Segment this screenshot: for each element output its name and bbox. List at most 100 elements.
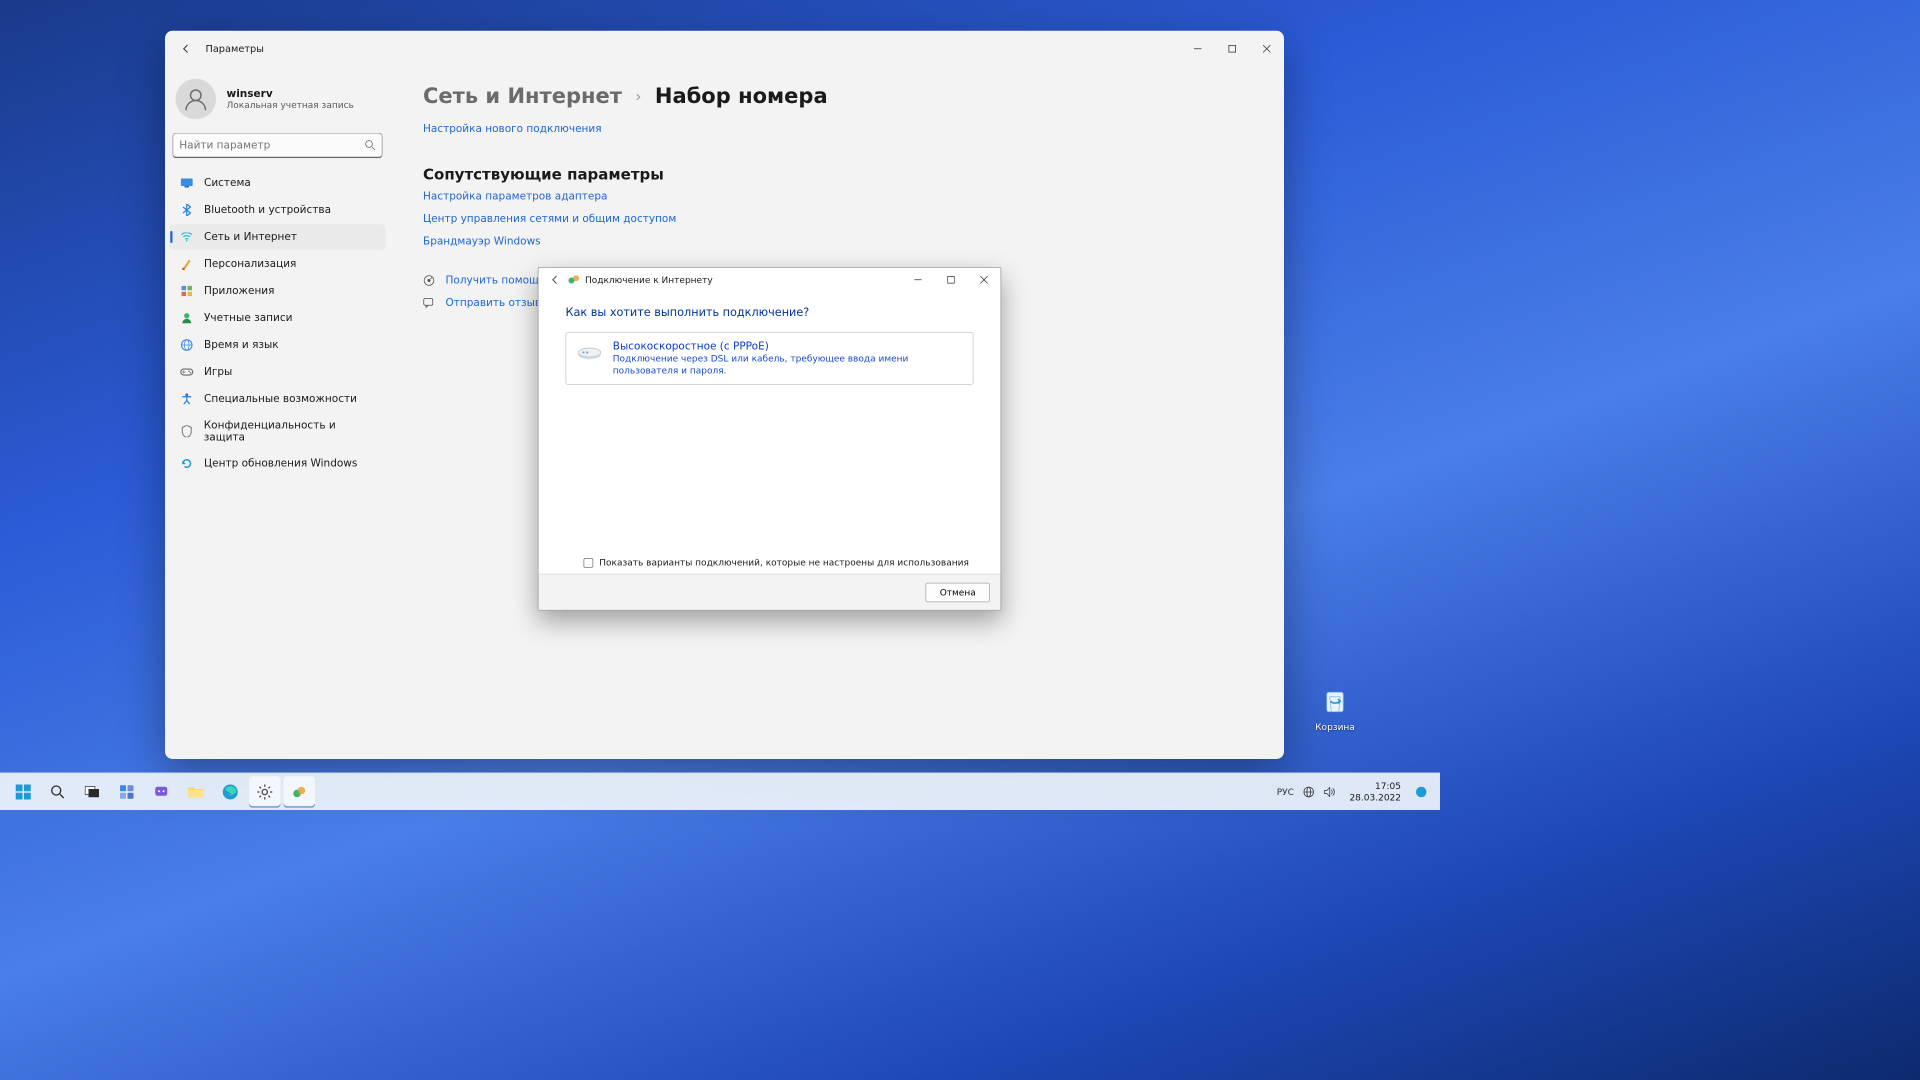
gaming-icon bbox=[180, 365, 194, 379]
adapter-settings-link[interactable]: Настройка параметров адаптера bbox=[423, 191, 1254, 203]
feedback-icon bbox=[423, 298, 435, 309]
search-box[interactable] bbox=[173, 133, 383, 159]
clock[interactable]: 17:05 28.03.2022 bbox=[1345, 781, 1406, 803]
system-tray[interactable]: РУС bbox=[1272, 786, 1340, 798]
network-sharing-center-link[interactable]: Центр управления сетями и общим доступом bbox=[423, 213, 1254, 225]
sidebar-item-apps[interactable]: Приложения bbox=[170, 278, 386, 304]
breadcrumb-current: Набор номера bbox=[655, 83, 828, 108]
sidebar-item-accessibility[interactable]: Специальные возможности bbox=[170, 386, 386, 412]
sidebar-item-network[interactable]: Сеть и Интернет bbox=[170, 224, 386, 250]
settings-taskbar-button[interactable] bbox=[249, 776, 281, 808]
wizard-app-icon bbox=[567, 273, 581, 287]
sidebar-nav: Система Bluetooth и устройства Сеть и Ин… bbox=[170, 170, 386, 476]
windows-update-icon bbox=[180, 457, 194, 471]
time-language-icon bbox=[180, 338, 194, 352]
search-icon bbox=[365, 140, 376, 151]
avatar-icon bbox=[176, 79, 217, 120]
sidebar-item-privacy[interactable]: Конфиденциальность и защита bbox=[170, 413, 386, 449]
window-title: Параметры bbox=[206, 43, 264, 54]
widgets-button[interactable] bbox=[111, 776, 143, 808]
clock-time: 17:05 bbox=[1349, 781, 1401, 792]
language-indicator[interactable]: РУС bbox=[1277, 786, 1294, 797]
sidebar-item-bluetooth[interactable]: Bluetooth и устройства bbox=[170, 197, 386, 223]
sidebar-item-label: Центр обновления Windows bbox=[204, 458, 357, 470]
related-settings-header: Сопутствующие параметры bbox=[423, 165, 1254, 183]
edge-button[interactable] bbox=[215, 776, 247, 808]
broadband-pppoe-option[interactable]: Высокоскоростное (с PPPoE) Подключение ч… bbox=[566, 332, 974, 385]
get-help-label: Получить помощь bbox=[446, 275, 546, 287]
sidebar-item-personalization[interactable]: Персонализация bbox=[170, 251, 386, 277]
wizard-heading: Как вы хотите выполнить подключение? bbox=[566, 305, 974, 319]
task-view-button[interactable] bbox=[77, 776, 109, 808]
accessibility-icon bbox=[180, 392, 194, 406]
account-name: winserv bbox=[227, 88, 354, 100]
sidebar-item-time-language[interactable]: Время и язык bbox=[170, 332, 386, 358]
option-description: Подключение через DSL или кабель, требую… bbox=[613, 353, 963, 377]
sidebar-item-accounts[interactable]: Учетные записи bbox=[170, 305, 386, 331]
show-unconfigured-label: Показать варианты подключений, которые н… bbox=[599, 557, 969, 568]
volume-tray-icon[interactable] bbox=[1324, 786, 1336, 797]
taskbar: РУС 17:05 28.03.2022 bbox=[0, 773, 1440, 811]
clock-date: 28.03.2022 bbox=[1349, 792, 1401, 803]
network-icon bbox=[180, 230, 194, 244]
sidebar-item-label: Время и язык bbox=[204, 339, 279, 351]
recycle-bin-label: Корзина bbox=[1315, 722, 1355, 733]
sidebar-item-label: Конфиденциальность и защита bbox=[204, 419, 377, 443]
cancel-button[interactable]: Отмена bbox=[925, 582, 990, 602]
sidebar-item-label: Игры bbox=[204, 366, 232, 378]
file-explorer-button[interactable] bbox=[180, 776, 212, 808]
sidebar: winserv Локальная учетная запись Система… bbox=[165, 67, 390, 759]
notifications-button[interactable] bbox=[1410, 776, 1433, 808]
help-icon bbox=[423, 275, 435, 287]
wizard-minimize-button[interactable] bbox=[902, 269, 935, 290]
start-button[interactable] bbox=[8, 776, 40, 808]
windows-firewall-link[interactable]: Брандмауэр Windows bbox=[423, 236, 1254, 248]
wizard-body: Как вы хотите выполнить подключение? Выс… bbox=[539, 292, 1001, 558]
apps-icon bbox=[180, 284, 194, 298]
personalization-icon bbox=[180, 257, 194, 271]
wizard-footer: Отмена bbox=[539, 574, 1001, 610]
show-unconfigured-input[interactable] bbox=[584, 558, 594, 568]
maximize-button[interactable] bbox=[1215, 35, 1250, 64]
wizard-close-button[interactable] bbox=[968, 269, 1001, 290]
sidebar-item-label: Персонализация bbox=[204, 258, 296, 270]
sidebar-item-label: Сеть и Интернет bbox=[204, 231, 297, 243]
desktop-recycle-bin[interactable]: Корзина bbox=[1305, 683, 1365, 733]
breadcrumb: Сеть и Интернет › Набор номера bbox=[423, 83, 1254, 108]
recycle-bin-icon bbox=[1317, 683, 1353, 719]
bluetooth-icon bbox=[180, 203, 194, 217]
show-unconfigured-checkbox[interactable]: Показать варианты подключений, которые н… bbox=[539, 557, 1001, 574]
modem-icon bbox=[577, 343, 603, 363]
system-icon bbox=[180, 176, 194, 190]
privacy-icon bbox=[180, 425, 193, 439]
search-input[interactable] bbox=[179, 139, 364, 151]
new-connection-link[interactable]: Настройка нового подключения bbox=[423, 123, 1254, 135]
sidebar-item-label: Специальные возможности bbox=[204, 393, 357, 405]
option-title: Высокоскоростное (с PPPoE) bbox=[613, 341, 963, 353]
sidebar-item-label: Система bbox=[204, 177, 251, 189]
sidebar-item-system[interactable]: Система bbox=[170, 170, 386, 196]
wizard-titlebar: Подключение к Интернету bbox=[539, 268, 1001, 292]
accounts-icon bbox=[180, 311, 194, 325]
close-button[interactable] bbox=[1250, 35, 1285, 64]
connect-to-internet-wizard: Подключение к Интернету Как вы хотите вы… bbox=[538, 267, 1002, 611]
back-button[interactable] bbox=[177, 40, 195, 58]
titlebar: Параметры bbox=[165, 31, 1284, 67]
chat-button[interactable] bbox=[146, 776, 178, 808]
minimize-button[interactable] bbox=[1181, 35, 1216, 64]
wizard-taskbar-button[interactable] bbox=[284, 776, 316, 808]
account-block[interactable]: winserv Локальная учетная запись bbox=[170, 74, 386, 130]
search-button[interactable] bbox=[42, 776, 74, 808]
breadcrumb-root[interactable]: Сеть и Интернет bbox=[423, 83, 622, 108]
sidebar-item-windows-update[interactable]: Центр обновления Windows bbox=[170, 451, 386, 477]
sidebar-item-label: Bluetooth и устройства bbox=[204, 204, 331, 216]
sidebar-item-label: Приложения bbox=[204, 285, 274, 297]
account-type: Локальная учетная запись bbox=[227, 100, 354, 111]
wizard-maximize-button[interactable] bbox=[935, 269, 968, 290]
sidebar-item-label: Учетные записи bbox=[204, 312, 292, 324]
network-tray-icon[interactable] bbox=[1303, 786, 1315, 798]
sidebar-item-gaming[interactable]: Игры bbox=[170, 359, 386, 385]
wizard-title: Подключение к Интернету bbox=[585, 275, 713, 286]
give-feedback-label: Отправить отзыв bbox=[446, 297, 542, 309]
wizard-back-button[interactable] bbox=[545, 269, 566, 290]
